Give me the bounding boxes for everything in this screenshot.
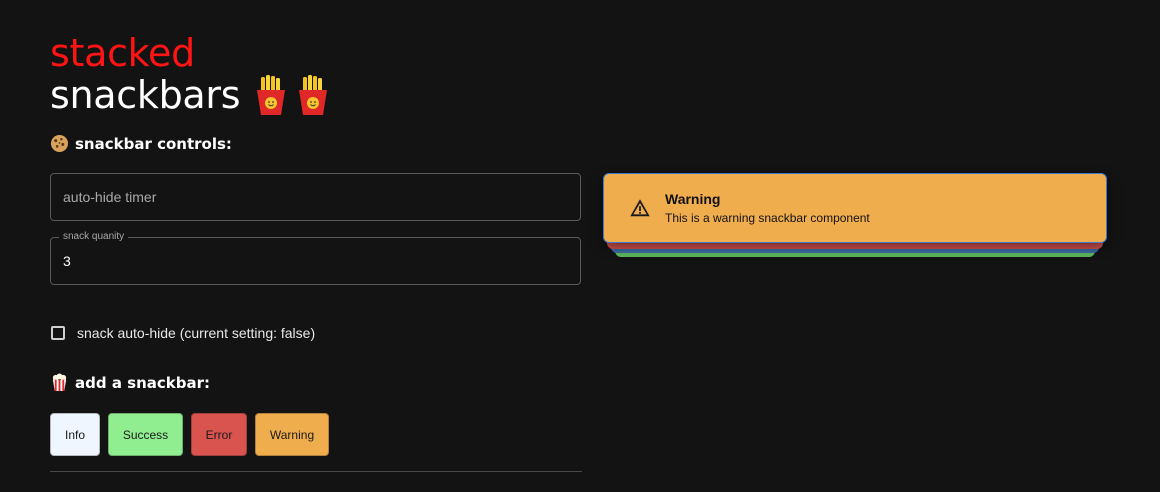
add-snackbar-heading: add a snackbar: <box>50 373 210 392</box>
controls-heading-label: snackbar controls: <box>75 134 232 153</box>
snackbar-stack: Warning This is a warning snackbar compo… <box>603 173 1107 263</box>
snackbar-title: Warning <box>665 191 721 207</box>
snackbar-message: This is a warning snackbar component <box>665 211 870 225</box>
warning-button[interactable]: Warning <box>255 413 329 456</box>
fries-icon <box>257 75 286 115</box>
auto-hide-timer-field <box>50 173 581 221</box>
title-line-stacked: stacked <box>50 31 195 75</box>
info-button[interactable]: Info <box>50 413 100 456</box>
error-button[interactable]: Error <box>191 413 247 456</box>
success-button[interactable]: Success <box>108 413 183 456</box>
controls-heading: snackbar controls: <box>50 134 232 153</box>
cookie-icon <box>50 134 69 153</box>
snackbar-text: Warning This is a warning snackbar compo… <box>665 191 870 225</box>
divider <box>50 471 582 472</box>
fries-icon <box>299 75 328 115</box>
fries-icons <box>252 74 332 116</box>
add-snackbar-heading-label: add a snackbar: <box>75 373 211 392</box>
snack-quantity-input[interactable] <box>51 238 580 284</box>
page-title: stacked snackbars <box>50 32 332 116</box>
auto-hide-timer-input[interactable] <box>51 174 580 220</box>
title-line-snackbars-row: snackbars <box>50 74 332 116</box>
snack-quantity-field: snack quanity <box>50 231 581 285</box>
snackbar-type-buttons: Info Success Error Warning <box>50 413 329 456</box>
page: stacked snackbars snackbar controls: aut… <box>0 0 1160 492</box>
auto-hide-checkbox-row[interactable]: snack auto-hide (current setting: false) <box>51 325 315 341</box>
title-line-snackbars: snackbars <box>50 73 241 117</box>
auto-hide-checkbox-label: snack auto-hide (current setting: false) <box>77 325 316 341</box>
warning-icon <box>630 199 650 217</box>
popcorn-icon <box>52 373 67 392</box>
warning-snackbar[interactable]: Warning This is a warning snackbar compo… <box>603 173 1107 243</box>
auto-hide-checkbox[interactable] <box>51 326 65 340</box>
